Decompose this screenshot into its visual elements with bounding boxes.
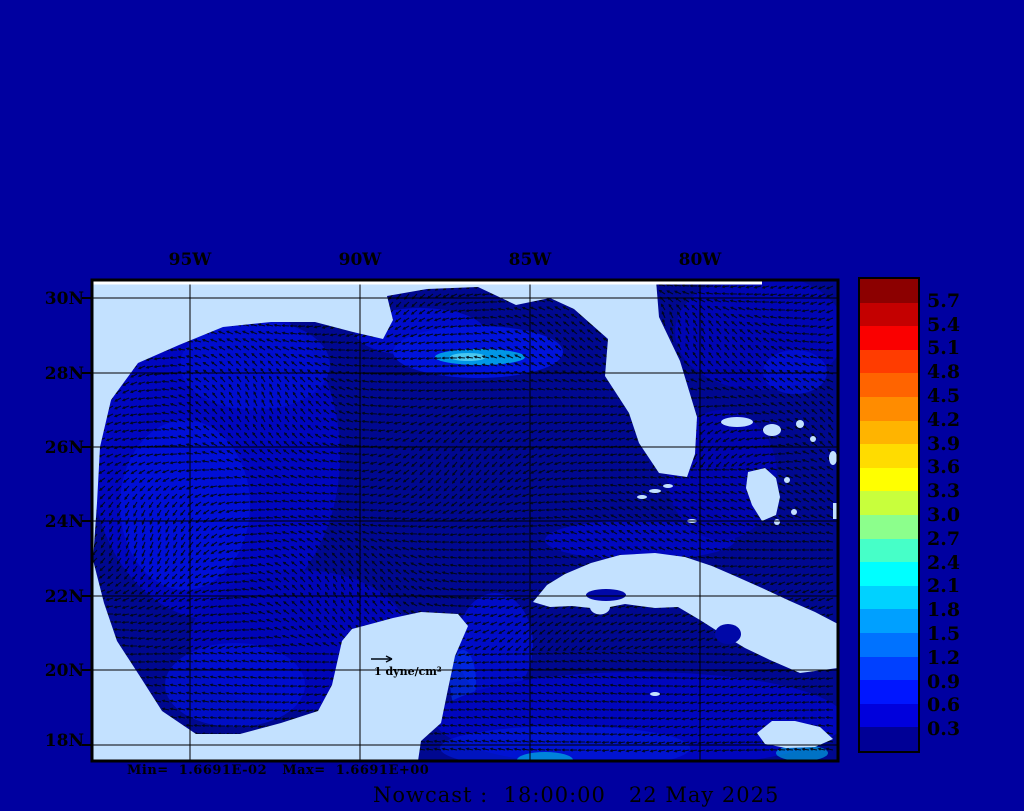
top-white-strip bbox=[93, 281, 762, 285]
colorbar-label: 2.4 bbox=[927, 551, 961, 574]
y-axis-label-24n: 24N bbox=[44, 512, 84, 532]
land-bahama-cay bbox=[784, 477, 790, 483]
colorbar-segment-10 bbox=[860, 514, 918, 539]
colorbar-label: 1.8 bbox=[927, 599, 961, 622]
colorbar-label: 5.1 bbox=[927, 337, 961, 360]
colorbar-segment-1 bbox=[860, 302, 918, 327]
colorbar-label: 0.9 bbox=[927, 670, 961, 693]
colorbar-segment-14 bbox=[860, 609, 918, 633]
min-max-stats: Min= 1.6691E-02 Max= 1.6691E+00 bbox=[127, 763, 430, 778]
plot-title: Nowcast : 18:00:00 22 May 2025 bbox=[373, 783, 780, 807]
land-eleuthera bbox=[829, 451, 837, 465]
colorbar-label: 3.6 bbox=[927, 456, 961, 479]
land-isla-juventud bbox=[590, 599, 610, 615]
y-axis-label-22n: 22N bbox=[44, 587, 84, 607]
land-florida-keys bbox=[649, 489, 661, 493]
colorbar-segment-13 bbox=[860, 585, 918, 610]
x-axis-label-95w: 95W bbox=[168, 250, 212, 270]
colorbar-segment-6 bbox=[860, 420, 918, 445]
land-florida-keys bbox=[637, 495, 647, 499]
colorbar-segment-2 bbox=[860, 326, 918, 350]
land-florida-keys bbox=[663, 484, 673, 488]
colorbar-segment-16 bbox=[860, 656, 918, 681]
land-bahama-cay bbox=[791, 509, 797, 515]
colorbar-label: 2.1 bbox=[927, 575, 961, 598]
y-axis-label-30n: 30N bbox=[44, 289, 84, 309]
colorbar-label: 1.2 bbox=[927, 646, 961, 669]
x-axis-label-80w: 80W bbox=[678, 250, 722, 270]
nowcast-wind-stress-plot: { "colors": { "page_bg": "#0000A0", "lan… bbox=[0, 0, 1024, 811]
colorbar-segment-4 bbox=[860, 373, 918, 397]
colorbar-label: 4.2 bbox=[927, 408, 961, 431]
colorbar-segment-15 bbox=[860, 632, 918, 657]
colorbar-label: 4.8 bbox=[927, 361, 961, 384]
land-grand-cayman bbox=[650, 692, 660, 696]
land-bahama-cay bbox=[810, 436, 816, 442]
colorbar-label: 1.5 bbox=[927, 623, 961, 645]
colorbar-segment-0 bbox=[860, 279, 918, 303]
y-axis-label-18n: 18N bbox=[44, 731, 84, 751]
colorbar-label: 5.4 bbox=[927, 313, 961, 336]
y-axis-label-20n: 20N bbox=[44, 661, 84, 681]
colorbar-label: 5.7 bbox=[927, 289, 961, 312]
colorbar-label: 3.9 bbox=[927, 432, 961, 455]
colorbar-label: 4.5 bbox=[927, 385, 961, 407]
colorbar-segment-8 bbox=[860, 467, 918, 492]
colorbar-label: 3.0 bbox=[927, 504, 961, 526]
colorbar-label: 3.3 bbox=[927, 480, 961, 503]
x-axis-label-90w: 90W bbox=[338, 250, 382, 270]
y-axis-label-26n: 26N bbox=[44, 438, 84, 458]
colorbar-segment-12 bbox=[860, 562, 918, 586]
land-bahama-cay bbox=[796, 420, 804, 428]
x-axis-label-85w: 85W bbox=[508, 250, 552, 270]
land-bahama-cay bbox=[774, 519, 780, 525]
land-abaco bbox=[763, 424, 781, 436]
colorbar bbox=[858, 277, 920, 753]
colorbar-segment-19 bbox=[860, 727, 918, 751]
colorbar-segment-5 bbox=[860, 396, 918, 421]
colorbar-segment-3 bbox=[860, 349, 918, 374]
colorbar-label: 0.3 bbox=[927, 718, 961, 741]
colorbar-segment-11 bbox=[860, 538, 918, 563]
y-axis-label-28n: 28N bbox=[44, 364, 84, 384]
colorbar-segment-17 bbox=[860, 680, 918, 704]
colorbar-segment-7 bbox=[860, 444, 918, 468]
colorbar-segment-9 bbox=[860, 491, 918, 515]
colorbar-label: 2.7 bbox=[927, 527, 961, 550]
land-grand-bahama bbox=[721, 417, 753, 427]
colorbar-segment-18 bbox=[860, 703, 918, 728]
reference-vector-label: 1 dyne/cm² bbox=[374, 665, 442, 678]
colorbar-label: 0.6 bbox=[927, 694, 961, 717]
